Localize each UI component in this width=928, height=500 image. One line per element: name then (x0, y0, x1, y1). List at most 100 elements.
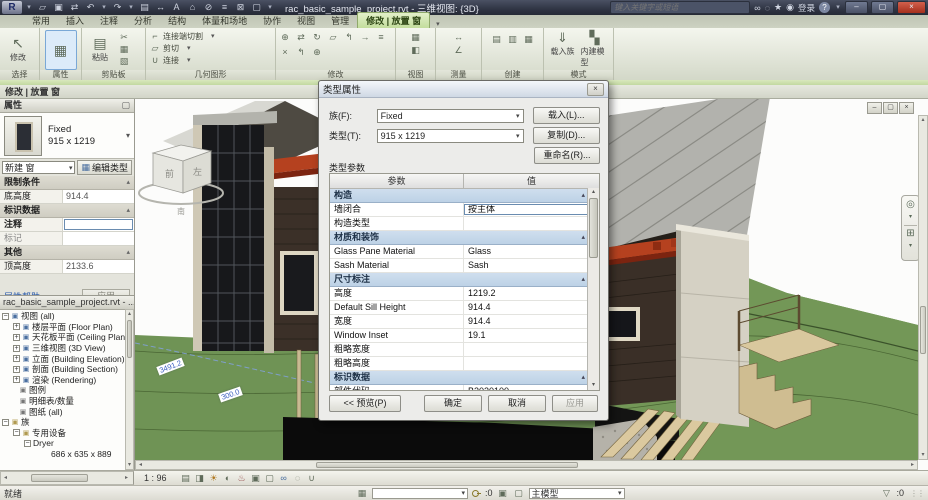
dialog-titlebar[interactable]: 类型属性 × (319, 81, 608, 98)
ok-button[interactable]: 确定 (424, 395, 482, 412)
communication-center-icon[interactable]: ◌ (765, 3, 770, 13)
view-restore-icon[interactable]: ▢ (883, 102, 898, 114)
tree-item-rendering[interactable]: + ▣ 渲染 (Rendering) (2, 375, 134, 386)
canvas-hscrollbar[interactable]: ◂ ▸ (135, 460, 918, 470)
mirror-icon[interactable]: ⇄ (295, 32, 307, 43)
expander-icon[interactable]: − (13, 429, 20, 437)
panel-geometry-label[interactable]: 几何图形 (146, 70, 275, 80)
close-button[interactable]: × (897, 1, 926, 14)
param-value[interactable]: 19.1 (464, 329, 599, 342)
array-icon[interactable]: ▱ (327, 32, 339, 43)
tree-item-schedules[interactable]: ▣ 明细表/数量 (2, 396, 134, 407)
prop-row-head-height[interactable]: 顶高度 2133.6 (0, 260, 134, 274)
hscroll-thumb[interactable] (316, 462, 578, 468)
copy-icon[interactable]: ▦ (118, 44, 130, 55)
browser-vscrollbar[interactable]: ▴ ▾ (125, 309, 134, 470)
group-row-construction[interactable]: 构造 ▴ (330, 189, 599, 203)
prop-group-other[interactable]: 其他 ▴ (0, 246, 134, 260)
show-crop-region-icon[interactable]: ▢ (263, 473, 277, 484)
temporary-hide-isolate-icon[interactable]: ∞ (277, 473, 291, 483)
rename-button[interactable]: 重命名(R)... (534, 147, 600, 164)
visual-style-icon[interactable]: ◨ (193, 473, 207, 484)
panel-view-label[interactable]: 视图 (396, 70, 435, 80)
expander-icon[interactable]: + (13, 365, 20, 373)
unlock-3d-view-icon[interactable]: ∪ (305, 473, 319, 484)
rotate-icon[interactable]: ↻ (311, 32, 323, 43)
prop-value[interactable] (63, 232, 134, 245)
selection-filter-icon[interactable]: ▽ (880, 488, 892, 499)
tree-item-specialty-equipment[interactable]: − ▣ 专用设备 (2, 428, 134, 439)
delete-icon[interactable]: × (279, 47, 291, 58)
param-value[interactable]: Sash (464, 259, 599, 272)
hide-tool-icon[interactable]: ◧ (410, 45, 422, 56)
group-collapse-icon[interactable]: ▴ (126, 246, 134, 259)
param-row-window-inset[interactable]: Window Inset 19.1 (330, 329, 599, 343)
param-value[interactable] (464, 217, 599, 230)
param-row-wall-closure[interactable]: 墙闭合 按主体 (330, 203, 599, 217)
tree-item-families[interactable]: − ▣ 族 (2, 417, 134, 428)
expander-icon[interactable]: + (13, 323, 20, 331)
group-collapse-icon[interactable]: ▴ (126, 204, 134, 217)
model-inplace-button[interactable]: ▚ 内建模型 (581, 30, 609, 68)
minimize-button[interactable]: – (845, 1, 868, 14)
param-row-construction-type[interactable]: 构造类型 (330, 217, 599, 231)
crop-view-icon[interactable]: ▣ (249, 473, 263, 484)
scroll-up-icon[interactable]: ▴ (126, 310, 133, 318)
type-combo[interactable]: 915 x 1219 ▾ (376, 128, 524, 143)
param-row-default-sill-height[interactable]: Default Sill Height 914.4 (330, 301, 599, 315)
search-icon[interactable]: ∞ (754, 3, 760, 13)
shadows-icon[interactable]: ◐ (221, 473, 235, 483)
browser-hscroll-thumb[interactable] (31, 474, 88, 482)
split-icon[interactable]: ↰ (295, 47, 307, 58)
tab-structure[interactable]: 结构 (160, 13, 194, 28)
param-value-input[interactable]: 按主体 (464, 204, 598, 215)
panel-create-label[interactable]: 创建 (482, 70, 543, 80)
tab-insert[interactable]: 插入 (58, 13, 92, 28)
dimension-tool-icon[interactable]: ∠ (453, 45, 465, 56)
steering-wheel-icon[interactable]: ◎ (906, 199, 915, 210)
tree-item-dryer-type[interactable]: 686 x 635 x 889 (2, 449, 134, 459)
match-type-icon[interactable]: ▧ (118, 56, 130, 67)
join-button[interactable]: ∪ 连接 ▾ (149, 54, 272, 66)
param-row-height[interactable]: 高度 1219.2 (330, 287, 599, 301)
group-row-identity-data[interactable]: 标识数据 ▴ (330, 371, 599, 385)
view-close-icon[interactable]: × (899, 102, 914, 114)
prop-row-comments[interactable]: 注释 (0, 218, 134, 232)
tab-view[interactable]: 视图 (289, 13, 323, 28)
create-assembly-icon[interactable]: ▦ (523, 34, 535, 45)
new-window-combo[interactable]: 新建 窗 ▾ (2, 161, 76, 174)
scroll-down-icon[interactable]: ▾ (126, 461, 133, 469)
param-row-sash-material[interactable]: Sash Material Sash (330, 259, 599, 273)
param-row-rough-width[interactable]: 粗略宽度 (330, 343, 599, 357)
group-row-dimensions[interactable]: 尺寸标注 ▴ (330, 273, 599, 287)
help-icon[interactable]: ? (819, 2, 830, 13)
param-row-width[interactable]: 宽度 914.4 (330, 315, 599, 329)
family-combo[interactable]: Fixed ▾ (376, 108, 524, 123)
modify-tool-button[interactable]: ↖ 修改 (3, 30, 33, 68)
browser-hscrollbar[interactable]: ◂ ▸ (0, 471, 134, 485)
param-value[interactable]: B2020100 (464, 385, 599, 390)
type-selector-arrow-icon[interactable]: ▾ (126, 131, 130, 140)
param-value[interactable] (464, 343, 599, 356)
properties-button[interactable]: ▦ (44, 30, 77, 70)
view-minimize-icon[interactable]: – (867, 102, 882, 114)
scroll-right-icon[interactable]: ▸ (122, 472, 131, 485)
load-button[interactable]: 载入(L)... (532, 107, 600, 124)
help-arrow-icon[interactable]: ▾ (834, 1, 842, 14)
detail-level-icon[interactable]: ▤ (179, 473, 193, 484)
tab-massing-site[interactable]: 体量和场地 (194, 13, 255, 28)
tab-manage[interactable]: 管理 (323, 13, 357, 28)
move-icon[interactable]: ⊕ (279, 32, 291, 43)
panel-measure-label[interactable]: 测量 (436, 70, 481, 80)
table-vscroll-thumb[interactable] (589, 198, 598, 258)
search-input[interactable] (610, 1, 751, 14)
prop-group-identity[interactable]: 标识数据 ▴ (0, 204, 134, 218)
paste-button[interactable]: ▤ 粘贴 (85, 30, 115, 68)
tab-analyze[interactable]: 分析 (126, 13, 160, 28)
scroll-up-icon[interactable]: ▴ (588, 188, 599, 197)
prop-row-sill-height[interactable]: 底高度 914.4 (0, 190, 134, 204)
duplicate-button[interactable]: 复制(D)... (532, 127, 600, 144)
param-row-glass-material[interactable]: Glass Pane Material Glass (330, 245, 599, 259)
prop-value-input[interactable] (63, 218, 134, 231)
prop-value[interactable]: 2133.6 (63, 260, 134, 273)
